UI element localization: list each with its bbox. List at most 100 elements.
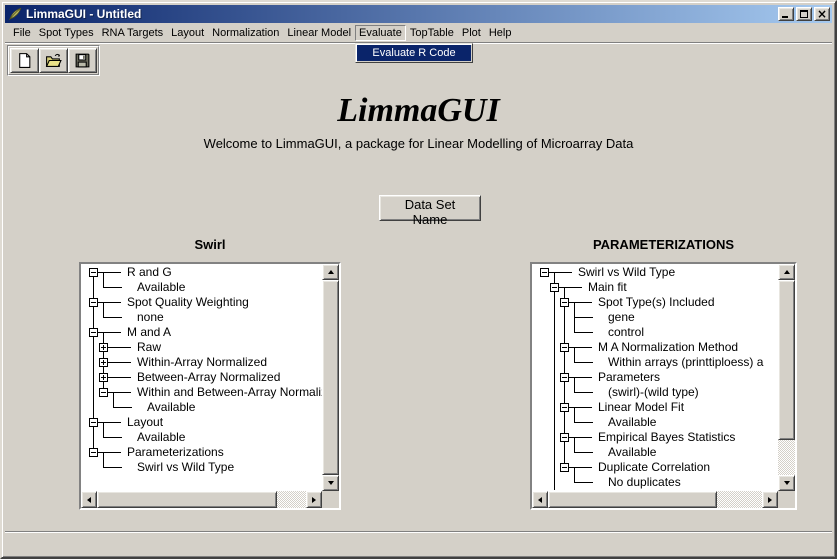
scroll-up-button[interactable]	[778, 264, 795, 280]
tree-node-label[interactable]: Available	[608, 415, 656, 430]
horizontal-scrollbar-thumb[interactable]	[97, 491, 277, 508]
tree-node-label[interactable]: gene	[608, 310, 635, 325]
tree-node[interactable]: Available	[81, 430, 322, 445]
tree-expand-toggle[interactable]	[560, 403, 569, 412]
scroll-left-button[interactable]	[532, 491, 548, 508]
tree-node[interactable]: Spot Type(s) Included	[532, 295, 778, 310]
swirl-tree-view[interactable]: R and GAvailableSpot Quality Weightingno…	[81, 264, 322, 491]
tree-node-label[interactable]: M A Normalization Method	[598, 340, 738, 355]
new-file-button[interactable]	[10, 48, 39, 73]
tree-expand-toggle[interactable]	[560, 463, 569, 472]
tree-node[interactable]: Within and Between-Array Normalized	[81, 385, 322, 400]
tree-node-label[interactable]: Linear Model Fit	[598, 400, 684, 415]
tree-expand-toggle[interactable]	[540, 268, 549, 277]
tree-node[interactable]: Linear Model Fit	[532, 400, 778, 415]
tree-node[interactable]: Within arrays (printtiploess) a	[532, 355, 778, 370]
tree-node[interactable]: Parameterizations	[81, 445, 322, 460]
menu-item-file[interactable]: File	[9, 25, 35, 41]
tree-node[interactable]: Layout	[81, 415, 322, 430]
tree-expand-toggle[interactable]	[89, 328, 98, 337]
tree-node-label[interactable]: Raw	[137, 340, 161, 355]
menu-item-linear-model[interactable]: Linear Model	[283, 25, 355, 41]
tree-node-label[interactable]: Duplicate Correlation	[598, 460, 710, 475]
tree-expand-toggle[interactable]	[560, 298, 569, 307]
tree-node[interactable]: Spot Quality Weighting	[81, 295, 322, 310]
tree-node[interactable]: Available	[532, 445, 778, 460]
tree-node[interactable]: Available	[81, 280, 322, 295]
menu-item-rna-targets[interactable]: RNA Targets	[98, 25, 168, 41]
parameterizations-tree-view[interactable]: Swirl vs Wild TypeMain fitSpot Type(s) I…	[532, 264, 778, 491]
tree-node[interactable]: Parameters	[532, 370, 778, 385]
tree-node-label[interactable]: Swirl vs Wild Type	[137, 460, 234, 475]
tree-node[interactable]: Empirical Bayes Statistics	[532, 430, 778, 445]
close-button[interactable]	[814, 7, 830, 21]
open-file-button[interactable]	[39, 48, 68, 73]
tree-expand-toggle[interactable]	[89, 448, 98, 457]
tree-expand-toggle[interactable]	[560, 433, 569, 442]
tree-expand-toggle[interactable]	[89, 418, 98, 427]
tree-node[interactable]: Swirl vs Wild Type	[81, 460, 322, 475]
tree-node[interactable]: Main fit	[532, 280, 778, 295]
tree-node-label[interactable]: Spot Type(s) Included	[598, 295, 715, 310]
tree-expand-toggle[interactable]	[550, 283, 559, 292]
tree-node[interactable]: Available	[532, 415, 778, 430]
tree-node[interactable]: gene	[532, 310, 778, 325]
tree-node-label[interactable]: Between-Array Normalized	[137, 370, 280, 385]
minimize-button[interactable]	[778, 7, 794, 21]
tree-node-label[interactable]: Available	[137, 430, 185, 445]
tree-node[interactable]: (swirl)-(wild type)	[532, 385, 778, 400]
menu-item-evaluate-r-code[interactable]: Evaluate R Code	[357, 45, 471, 61]
tree-node-label[interactable]: Spot Quality Weighting	[127, 295, 249, 310]
tree-node[interactable]: control	[532, 325, 778, 340]
tree-node-label[interactable]: M and A	[127, 325, 171, 340]
vertical-scrollbar-thumb[interactable]	[778, 280, 795, 440]
scroll-right-button[interactable]	[762, 491, 778, 508]
tree-node-label[interactable]: R and G	[127, 265, 172, 280]
maximize-button[interactable]	[796, 7, 812, 21]
data-set-name-button[interactable]: Data Set Name	[379, 195, 481, 221]
menu-item-spot-types[interactable]: Spot Types	[35, 25, 98, 41]
tree-expand-toggle[interactable]	[99, 343, 108, 352]
tree-node-label[interactable]: Swirl vs Wild Type	[578, 265, 675, 280]
scroll-left-button[interactable]	[81, 491, 97, 508]
tree-node-label[interactable]: none	[137, 310, 164, 325]
tree-node[interactable]: No duplicates	[532, 475, 778, 490]
tree-node[interactable]: Available	[81, 400, 322, 415]
tree-node-label[interactable]: Layout	[127, 415, 163, 430]
menu-item-layout[interactable]: Layout	[167, 25, 208, 41]
menu-item-toptable[interactable]: TopTable	[406, 25, 458, 41]
tree-node[interactable]: R and G	[81, 265, 322, 280]
scroll-up-button[interactable]	[322, 264, 339, 280]
tree-node[interactable]: M A Normalization Method	[532, 340, 778, 355]
tree-node[interactable]: Duplicate Correlation	[532, 460, 778, 475]
tree-node[interactable]: Swirl vs Wild Type	[532, 265, 778, 280]
tree-node-label[interactable]: Parameterizations	[127, 445, 224, 460]
tree-node-label[interactable]: Available	[608, 445, 656, 460]
tree-node-label[interactable]: Within-Array Normalized	[137, 355, 267, 370]
tree-expand-toggle[interactable]	[89, 298, 98, 307]
menu-item-evaluate[interactable]: EvaluateEvaluate R Code	[355, 25, 406, 41]
tree-node-label[interactable]: Empirical Bayes Statistics	[598, 430, 735, 445]
horizontal-scrollbar[interactable]	[532, 491, 778, 508]
tree-node[interactable]: M and A	[81, 325, 322, 340]
scroll-down-button[interactable]	[778, 475, 795, 491]
menu-item-normalization[interactable]: Normalization	[208, 25, 283, 41]
tree-expand-toggle[interactable]	[560, 343, 569, 352]
scroll-right-button[interactable]	[306, 491, 322, 508]
tree-node[interactable]: none	[81, 310, 322, 325]
vertical-scrollbar-thumb[interactable]	[322, 280, 339, 475]
title-bar[interactable]: LimmaGUI - Untitled	[5, 5, 832, 23]
tree-node-label[interactable]: Main fit	[588, 280, 627, 295]
tree-node[interactable]: Raw	[81, 340, 322, 355]
tree-node-label[interactable]: Available	[137, 280, 185, 295]
tree-expand-toggle[interactable]	[99, 358, 108, 367]
menu-item-help[interactable]: Help	[485, 25, 516, 41]
vertical-scrollbar[interactable]	[778, 264, 795, 491]
tree-node[interactable]: Within-Array Normalized	[81, 355, 322, 370]
scroll-down-button[interactable]	[322, 475, 339, 491]
tree-node-label[interactable]: Parameters	[598, 370, 660, 385]
tree-node-label[interactable]: control	[608, 325, 644, 340]
tree-node-label[interactable]: (swirl)-(wild type)	[608, 385, 699, 400]
menu-item-plot[interactable]: Plot	[458, 25, 485, 41]
horizontal-scrollbar[interactable]	[81, 491, 322, 508]
